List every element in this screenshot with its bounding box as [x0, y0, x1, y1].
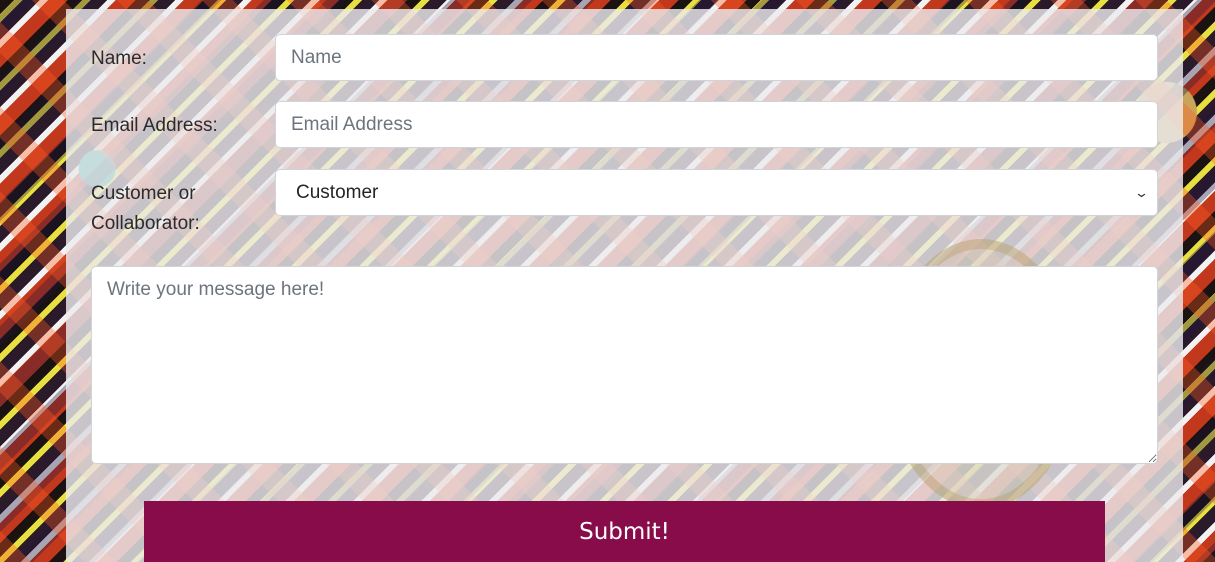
role-select-value: Customer	[296, 181, 379, 203]
name-label: Name:	[91, 48, 147, 69]
contact-form-panel: Name: Email Address: Customer or Collabo…	[66, 9, 1183, 562]
submit-button[interactable]: Submit!	[144, 501, 1105, 562]
role-label: Customer or Collaborator:	[91, 183, 200, 234]
message-textarea[interactable]	[91, 266, 1158, 464]
email-input[interactable]	[275, 101, 1158, 148]
role-select[interactable]: Customer ⌄	[275, 169, 1158, 216]
chevron-down-icon: ⌄	[1133, 184, 1150, 200]
name-input[interactable]	[275, 34, 1158, 81]
email-label: Email Address:	[91, 115, 218, 136]
